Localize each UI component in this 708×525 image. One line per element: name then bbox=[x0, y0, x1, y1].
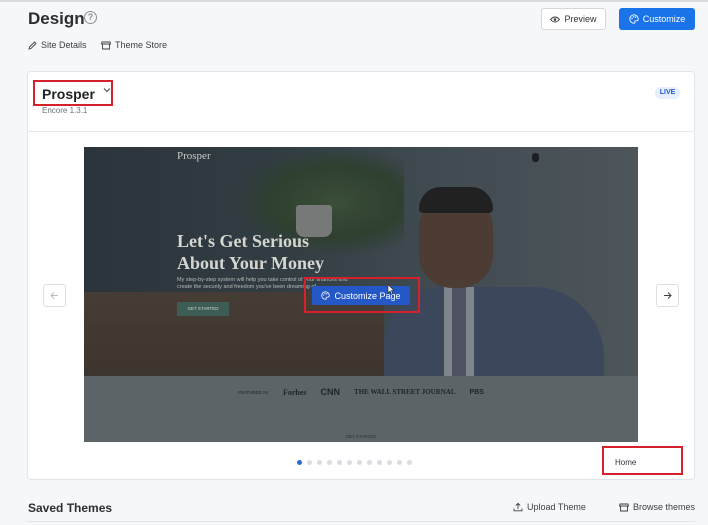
featured-logo-cnn: CNN bbox=[320, 387, 341, 397]
carousel-dot[interactable] bbox=[377, 460, 382, 465]
carousel-dot[interactable] bbox=[347, 460, 352, 465]
carousel-prev-button[interactable] bbox=[43, 284, 66, 307]
theme-store-link[interactable]: Theme Store bbox=[101, 40, 167, 50]
preview-cta-button: GET STARTED bbox=[177, 302, 229, 316]
customize-label: Customize bbox=[642, 14, 686, 24]
carousel-dot[interactable] bbox=[387, 460, 392, 465]
question-circle-icon[interactable]: ? bbox=[84, 11, 97, 24]
preview-headline-line2: About Your Money bbox=[177, 253, 325, 273]
site-details-label: Site Details bbox=[41, 40, 87, 50]
upload-icon bbox=[513, 502, 523, 512]
saved-themes-divider bbox=[27, 521, 695, 522]
carousel-dot[interactable] bbox=[327, 460, 332, 465]
top-border bbox=[0, 0, 708, 2]
carousel-dot[interactable] bbox=[367, 460, 372, 465]
carousel-pagination bbox=[297, 460, 412, 465]
page-title: Design bbox=[28, 9, 85, 28]
upload-theme-label: Upload Theme bbox=[527, 502, 586, 512]
theme-store-label: Theme Store bbox=[115, 40, 168, 50]
carousel-dot[interactable] bbox=[357, 460, 362, 465]
featured-logo-pbs: PBS bbox=[469, 388, 484, 396]
theme-version: Encore 1.3.1 bbox=[42, 106, 88, 115]
store-icon bbox=[619, 503, 629, 512]
carousel-next-button[interactable] bbox=[656, 284, 679, 307]
carousel-dot[interactable] bbox=[337, 460, 342, 465]
saved-themes-title: Saved Themes bbox=[28, 501, 113, 515]
carousel-dot[interactable] bbox=[307, 460, 312, 465]
store-icon bbox=[101, 41, 111, 50]
highlight-box-customize-page bbox=[304, 277, 420, 313]
site-details-link[interactable]: Site Details bbox=[28, 40, 87, 50]
carousel-dot[interactable] bbox=[397, 460, 402, 465]
preview-button[interactable]: Preview bbox=[541, 8, 606, 30]
featured-logo-forbes: Forbes bbox=[282, 387, 307, 397]
carousel-dot[interactable] bbox=[317, 460, 322, 465]
card-divider bbox=[27, 131, 695, 132]
highlight-box-page-label bbox=[602, 446, 683, 475]
status-badge: LIVE bbox=[655, 87, 680, 99]
preview-label: Preview bbox=[564, 14, 597, 24]
pencil-icon bbox=[28, 40, 37, 50]
customize-button[interactable]: Customize bbox=[619, 8, 695, 30]
browse-themes-label: Browse themes bbox=[633, 502, 696, 512]
carousel-dot[interactable] bbox=[297, 460, 302, 465]
palette-icon bbox=[629, 14, 639, 24]
preview-bottom-label: GET STARTED bbox=[345, 434, 377, 439]
browse-themes-button[interactable]: Browse themes bbox=[619, 502, 695, 512]
eye-icon bbox=[550, 16, 561, 23]
preview-headline-line1: Let's Get Serious bbox=[177, 231, 309, 251]
featured-logo-wsj: THE WALL STREET JOURNAL bbox=[354, 388, 456, 396]
upload-theme-button[interactable]: Upload Theme bbox=[513, 502, 586, 512]
preview-brand: Prosper bbox=[177, 150, 211, 162]
preview-featured-row: FEATURED IN: Forbes CNN THE WALL STREET … bbox=[84, 385, 638, 399]
highlight-box-theme-name bbox=[33, 80, 113, 106]
preview-user-icon bbox=[532, 153, 539, 162]
carousel-dot[interactable] bbox=[407, 460, 412, 465]
featured-label: FEATURED IN: bbox=[238, 389, 269, 395]
